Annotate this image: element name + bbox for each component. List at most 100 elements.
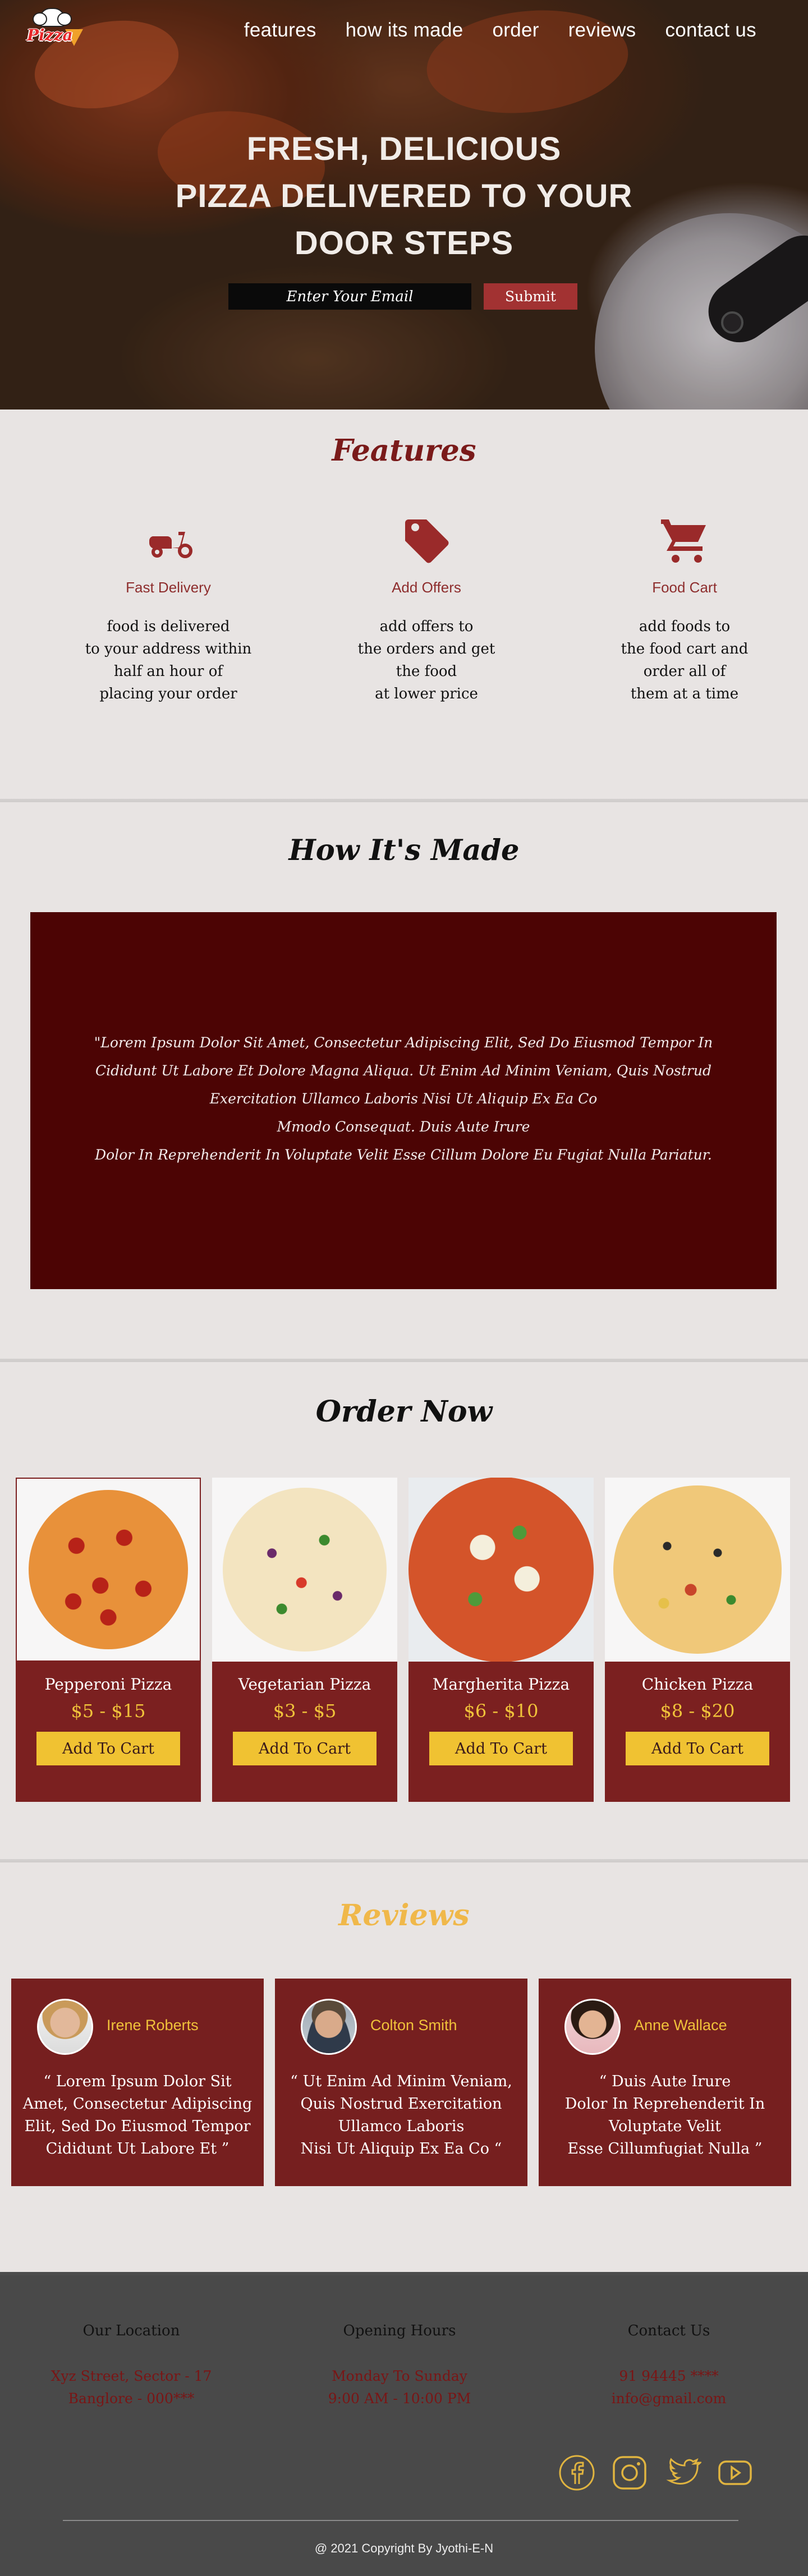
footer-hours-line: 9:00 AM - 10:00 PM: [328, 2390, 471, 2407]
email-input[interactable]: [228, 283, 471, 310]
how-its-made-section: How It's Made "Lorem Ipsum Dolor Sit Ame…: [0, 802, 808, 1359]
add-to-cart-button[interactable]: Add To Cart: [233, 1732, 377, 1765]
footer-hours-lines: Monday To Sunday 9:00 AM - 10:00 PM: [315, 2365, 484, 2410]
feature-desc: food is delivered to your address within…: [85, 618, 252, 702]
reviewer-name: Anne Wallace: [634, 2017, 727, 2034]
review-card: Anne Wallace “ Duis Aute Irure Dolor In …: [539, 1979, 791, 2186]
add-to-cart-button[interactable]: Add To Cart: [36, 1732, 180, 1765]
footer-location-title: Our Location: [82, 2322, 180, 2339]
pizza-image: [16, 1478, 201, 1662]
twitter-icon[interactable]: [663, 2454, 701, 2492]
hero-title: FRESH, DELICIOUS PIZZA DELIVERED TO YOUR…: [0, 126, 808, 267]
social-links: [558, 2454, 754, 2492]
feature-label: Add Offers: [392, 579, 461, 596]
pizza-card: Chicken Pizza $8 - $20 Add To Cart: [605, 1478, 790, 1802]
reviewer-name: Irene Roberts: [107, 2017, 199, 2034]
review-card: Colton Smith “ Ut Enim Ad Minim Veniam, …: [275, 1979, 527, 2186]
reviews-title: Reviews: [338, 1898, 470, 1933]
how-its-made-text: "Lorem Ipsum Dolor Sit Amet, Consectetur…: [94, 1034, 713, 1163]
pizza-card: Pepperoni Pizza $5 - $15 Add To Cart: [16, 1478, 201, 1802]
nav-links: features how its made order reviews cont…: [244, 19, 756, 42]
feature-desc: add offers to the orders and get the foo…: [357, 618, 495, 702]
feature-desc: add foods to the food cart and order all…: [621, 618, 749, 702]
copyright: @ 2021 Copyright By Jyothi-E-N: [314, 2541, 494, 2555]
pizza-card: Margherita Pizza $6 - $10 Add To Cart: [408, 1478, 594, 1802]
features-section: Features Fast Delivery food is delivered…: [0, 410, 808, 799]
instagram-icon[interactable]: [610, 2454, 649, 2492]
scooter-icon: [149, 532, 192, 558]
pizza-cards: Pepperoni Pizza $5 - $15 Add To Cart Veg…: [16, 1478, 790, 1802]
review-card: Irene Roberts “ Lorem Ipsum Dolor Sit Am…: [11, 1979, 264, 2186]
nav-link-how-its-made[interactable]: how its made: [346, 19, 463, 42]
order-section: Order Now Pepperoni Pizza $5 - $15 Add T…: [0, 1362, 808, 1859]
pizza-price: $6 - $10: [463, 1700, 539, 1722]
review-text: “ Lorem Ipsum Dolor Sit Amet, Consectetu…: [22, 2073, 252, 2158]
hero-title-line: FRESH, DELICIOUS: [246, 131, 562, 167]
how-its-made-title: How It's Made: [288, 834, 520, 867]
submit-button[interactable]: Submit: [484, 283, 577, 310]
pizza-image: [408, 1478, 594, 1662]
cart-icon: [661, 519, 706, 563]
footer-location-lines: Xyz Street, Sector - 17 Banglore - 000**…: [47, 2365, 215, 2410]
pizza-price: $5 - $15: [71, 1700, 146, 1722]
nav-link-reviews[interactable]: reviews: [568, 19, 636, 42]
review-text: “ Duis Aute Irure Dolor In Reprehenderit…: [564, 2073, 765, 2158]
feature-label: Food Cart: [652, 579, 717, 596]
youtube-icon[interactable]: [716, 2454, 754, 2492]
pizza-name: Pepperoni Pizza: [44, 1675, 172, 1694]
footer-address-line: Xyz Street, Sector - 17: [50, 2368, 212, 2384]
footer-phone[interactable]: 91 94445 ****: [585, 2365, 753, 2388]
footer-hours-title: Opening Hours: [343, 2322, 456, 2339]
review-text: “ Ut Enim Ad Minim Veniam, Quis Nostrud …: [290, 2073, 512, 2158]
nav-link-features[interactable]: features: [244, 19, 316, 42]
margherita-pizza-image: [408, 1478, 594, 1662]
add-to-cart-button[interactable]: Add To Cart: [626, 1732, 769, 1765]
avatar: [301, 1999, 357, 2055]
chicken-pizza-image: [613, 1485, 782, 1654]
nav-link-contact-us[interactable]: contact us: [665, 19, 756, 42]
pizza-price: $3 - $5: [273, 1700, 337, 1722]
pizza-name: Margherita Pizza: [432, 1675, 570, 1694]
feature-food-cart: Food Cart add foods to the food cart and…: [595, 515, 774, 705]
pizza-name: Chicken Pizza: [641, 1675, 754, 1694]
avatar: [564, 1999, 621, 2055]
add-to-cart-button[interactable]: Add To Cart: [429, 1732, 573, 1765]
hero-section: Pizza features how its made order review…: [0, 0, 808, 410]
pizza-price: $8 - $20: [660, 1700, 735, 1722]
features-title: Features: [332, 433, 476, 468]
tag-icon: [405, 519, 449, 563]
feature-label: Fast Delivery: [126, 579, 211, 596]
hero-title-line: DOOR STEPS: [294, 225, 514, 261]
subscribe-form: Submit: [228, 283, 577, 310]
reviewer-name: Colton Smith: [370, 2017, 457, 2034]
feature-fast-delivery: Fast Delivery food is delivered to your …: [79, 515, 258, 705]
footer-email[interactable]: info@gmail.com: [585, 2388, 753, 2410]
reviews-row: Irene Roberts “ Lorem Ipsum Dolor Sit Am…: [11, 1979, 791, 2186]
feature-add-offers: Add Offers add offers to the orders and …: [337, 515, 516, 705]
top-nav: Pizza features how its made order review…: [0, 0, 808, 62]
how-its-made-box: "Lorem Ipsum Dolor Sit Amet, Consectetur…: [30, 912, 777, 1289]
pizza-card: Vegetarian Pizza $3 - $5 Add To Cart: [212, 1478, 397, 1802]
footer-contact-title: Contact Us: [627, 2322, 710, 2339]
pizza-name: Vegetarian Pizza: [238, 1675, 371, 1694]
logo-text: Pizza: [27, 26, 73, 44]
pizza-image: [605, 1478, 790, 1662]
hero-title-line: PIZZA DELIVERED TO YOUR: [175, 178, 633, 214]
avatar: [37, 1999, 93, 2055]
footer-hours: Opening Hours Monday To Sunday 9:00 AM -…: [315, 2322, 484, 2410]
reviews-section: Reviews Irene Roberts “ Lorem Ipsum Dolo…: [0, 1862, 808, 2272]
vegetarian-pizza-image: [223, 1488, 387, 1652]
logo[interactable]: Pizza: [26, 8, 83, 53]
footer-divider: [63, 2520, 738, 2521]
footer-contact: Contact Us 91 94445 **** info@gmail.com: [585, 2322, 753, 2410]
pizza-image: [212, 1478, 397, 1662]
nav-link-order[interactable]: order: [492, 19, 539, 42]
pepperoni-pizza-image: [29, 1490, 188, 1649]
facebook-icon[interactable]: [558, 2454, 596, 2492]
footer-location: Our Location Xyz Street, Sector - 17 Ban…: [47, 2322, 215, 2410]
footer-address-line: Banglore - 000***: [68, 2390, 195, 2407]
footer: Our Location Xyz Street, Sector - 17 Ban…: [0, 2272, 808, 2576]
chef-hat-icon: [33, 8, 72, 27]
order-title: Order Now: [315, 1395, 493, 1429]
footer-hours-line: Monday To Sunday: [332, 2368, 467, 2384]
